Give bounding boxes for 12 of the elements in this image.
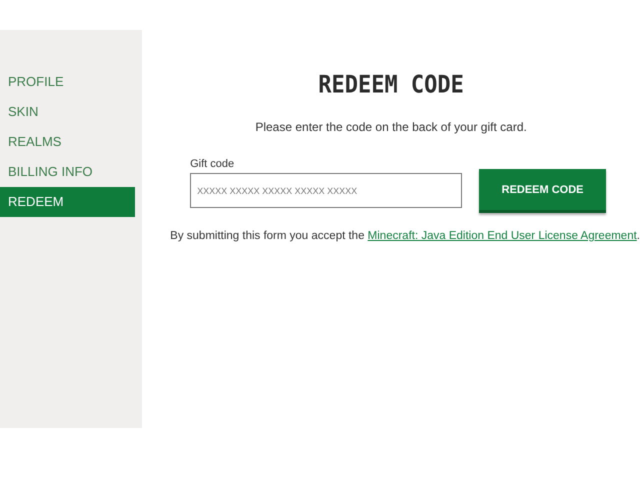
sidebar-item[interactable]: PROFILE <box>0 67 136 97</box>
sidebar-item[interactable]: REDEEM <box>0 187 136 217</box>
page-title: REDEEM CODE <box>318 72 464 100</box>
field-label: Gift code <box>190 158 236 170</box>
instruction-text: Please enter the code on the back of your gift card. <box>255 120 527 134</box>
sidebar-item[interactable]: SKIN <box>0 97 136 127</box>
sidebar-item[interactable]: REALMS <box>0 127 136 157</box>
redeem-button[interactable]: REDEEM CODE <box>479 169 606 213</box>
sidebar-item[interactable]: BILLING INFO <box>0 157 136 187</box>
gift-code-field[interactable]: XXXXX XXXXX XXXXX XXXXX XXXXX <box>190 173 462 208</box>
license-notice: By submitting this form you accept the Minecraft: Java Edition End User License Agreement. <box>170 230 640 242</box>
license-link[interactable]: Minecraft: Java Edition End User License Agreement <box>368 230 637 242</box>
